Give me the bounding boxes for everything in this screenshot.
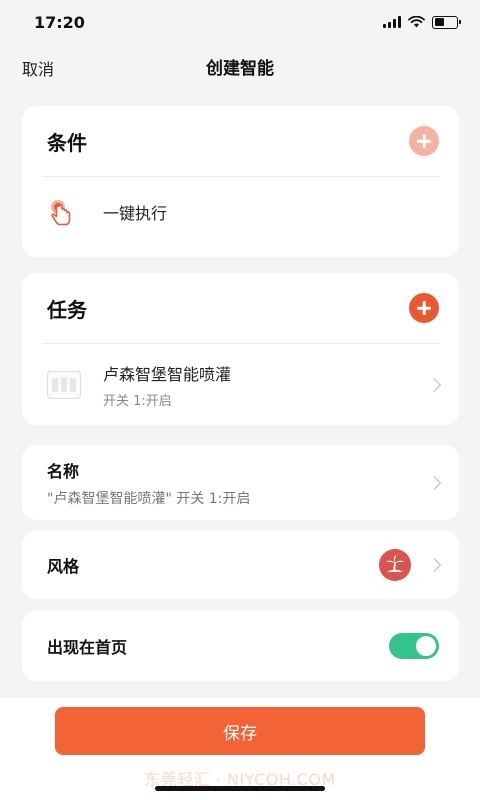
home-label: 出现在首页 [47, 638, 128, 657]
tasks-card: 任务 卢森智堡智能喷灌 开关 1:开启 [22, 273, 459, 425]
condition-label: 一键执行 [103, 204, 168, 223]
bottom-bar: 保存 东莞轻汇 · NIYCOH.COM [0, 698, 480, 800]
chevron-right-icon [426, 557, 442, 573]
task-text: 卢森智堡智能喷灌 开关 1:开启 [103, 361, 421, 409]
task-title: 卢森智堡智能喷灌 [103, 365, 232, 384]
task-item[interactable]: 卢森智堡智能喷灌 开关 1:开启 [22, 344, 459, 426]
status-bar: 17:20 [0, 0, 480, 44]
condition-item[interactable]: 一键执行 [22, 177, 459, 247]
page-title: 创建智能 [206, 58, 274, 79]
conditions-card: 条件 一键执行 [22, 106, 459, 257]
name-text: 名称 "卢森智堡智能喷灌" 开关 1:开启 [47, 458, 421, 508]
nav-bar: 取消 创建智能 [0, 44, 480, 88]
conditions-header: 条件 [22, 106, 459, 176]
battery-icon [432, 15, 461, 29]
style-row[interactable]: 风格 [22, 531, 459, 599]
name-value: "卢森智堡智能喷灌" 开关 1:开启 [47, 490, 251, 507]
cellular-signal-icon [383, 16, 401, 28]
device-icon [47, 371, 81, 399]
cancel-button[interactable]: 取消 [22, 56, 54, 80]
add-task-button[interactable] [409, 293, 439, 323]
save-button[interactable]: 保存 [55, 707, 425, 755]
task-subtitle: 开关 1:开启 [103, 394, 172, 409]
add-condition-button[interactable] [409, 126, 439, 156]
name-card: 名称 "卢森智堡智能喷灌" 开关 1:开启 [22, 445, 459, 520]
status-time: 17:20 [34, 12, 85, 32]
chevron-right-icon [426, 475, 442, 490]
tasks-title: 任务 [47, 297, 87, 322]
toggle-knob [416, 636, 436, 656]
name-label: 名称 [47, 461, 80, 481]
home-row: 出现在首页 [22, 611, 459, 681]
island-palm-icon [379, 549, 411, 581]
wifi-icon [408, 16, 425, 28]
tap-hand-icon [51, 200, 71, 226]
conditions-title: 条件 [47, 130, 87, 155]
tasks-header: 任务 [22, 273, 459, 343]
status-icons [383, 15, 461, 29]
home-card: 出现在首页 [22, 611, 459, 681]
show-on-home-toggle[interactable] [389, 633, 439, 659]
style-card: 风格 [22, 531, 459, 599]
chevron-right-icon [426, 377, 442, 393]
home-indicator [155, 786, 325, 791]
name-row[interactable]: 名称 "卢森智堡智能喷灌" 开关 1:开启 [22, 445, 459, 520]
style-label: 风格 [47, 557, 80, 576]
